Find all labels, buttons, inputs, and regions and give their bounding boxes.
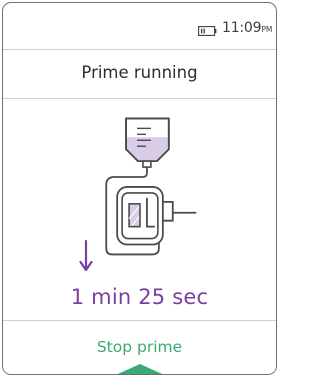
pump-cartridge-icon [116,186,174,246]
down-arrow-icon [79,239,93,272]
iv-bag-icon [125,117,170,168]
prime-illustration [105,117,197,256]
clock-ampm: PM [261,25,273,34]
battery-icon [198,26,217,36]
page-title: Prime running [81,63,198,82]
prime-timer: 1 min 25 sec [70,285,209,309]
clock-time: 11:09 [222,20,262,36]
stop-prime-label: Stop prime [96,338,183,356]
header-divider [3,49,276,50]
status-bar: 11:09PM [3,3,276,49]
status-clock: 11:09PM [222,20,272,36]
action-pointer-icon [117,364,163,374]
stop-prime-button[interactable]: Stop prime [3,321,276,374]
device-screen: 11:09PM Prime running 1 min 25 sec Stop … [2,2,277,375]
